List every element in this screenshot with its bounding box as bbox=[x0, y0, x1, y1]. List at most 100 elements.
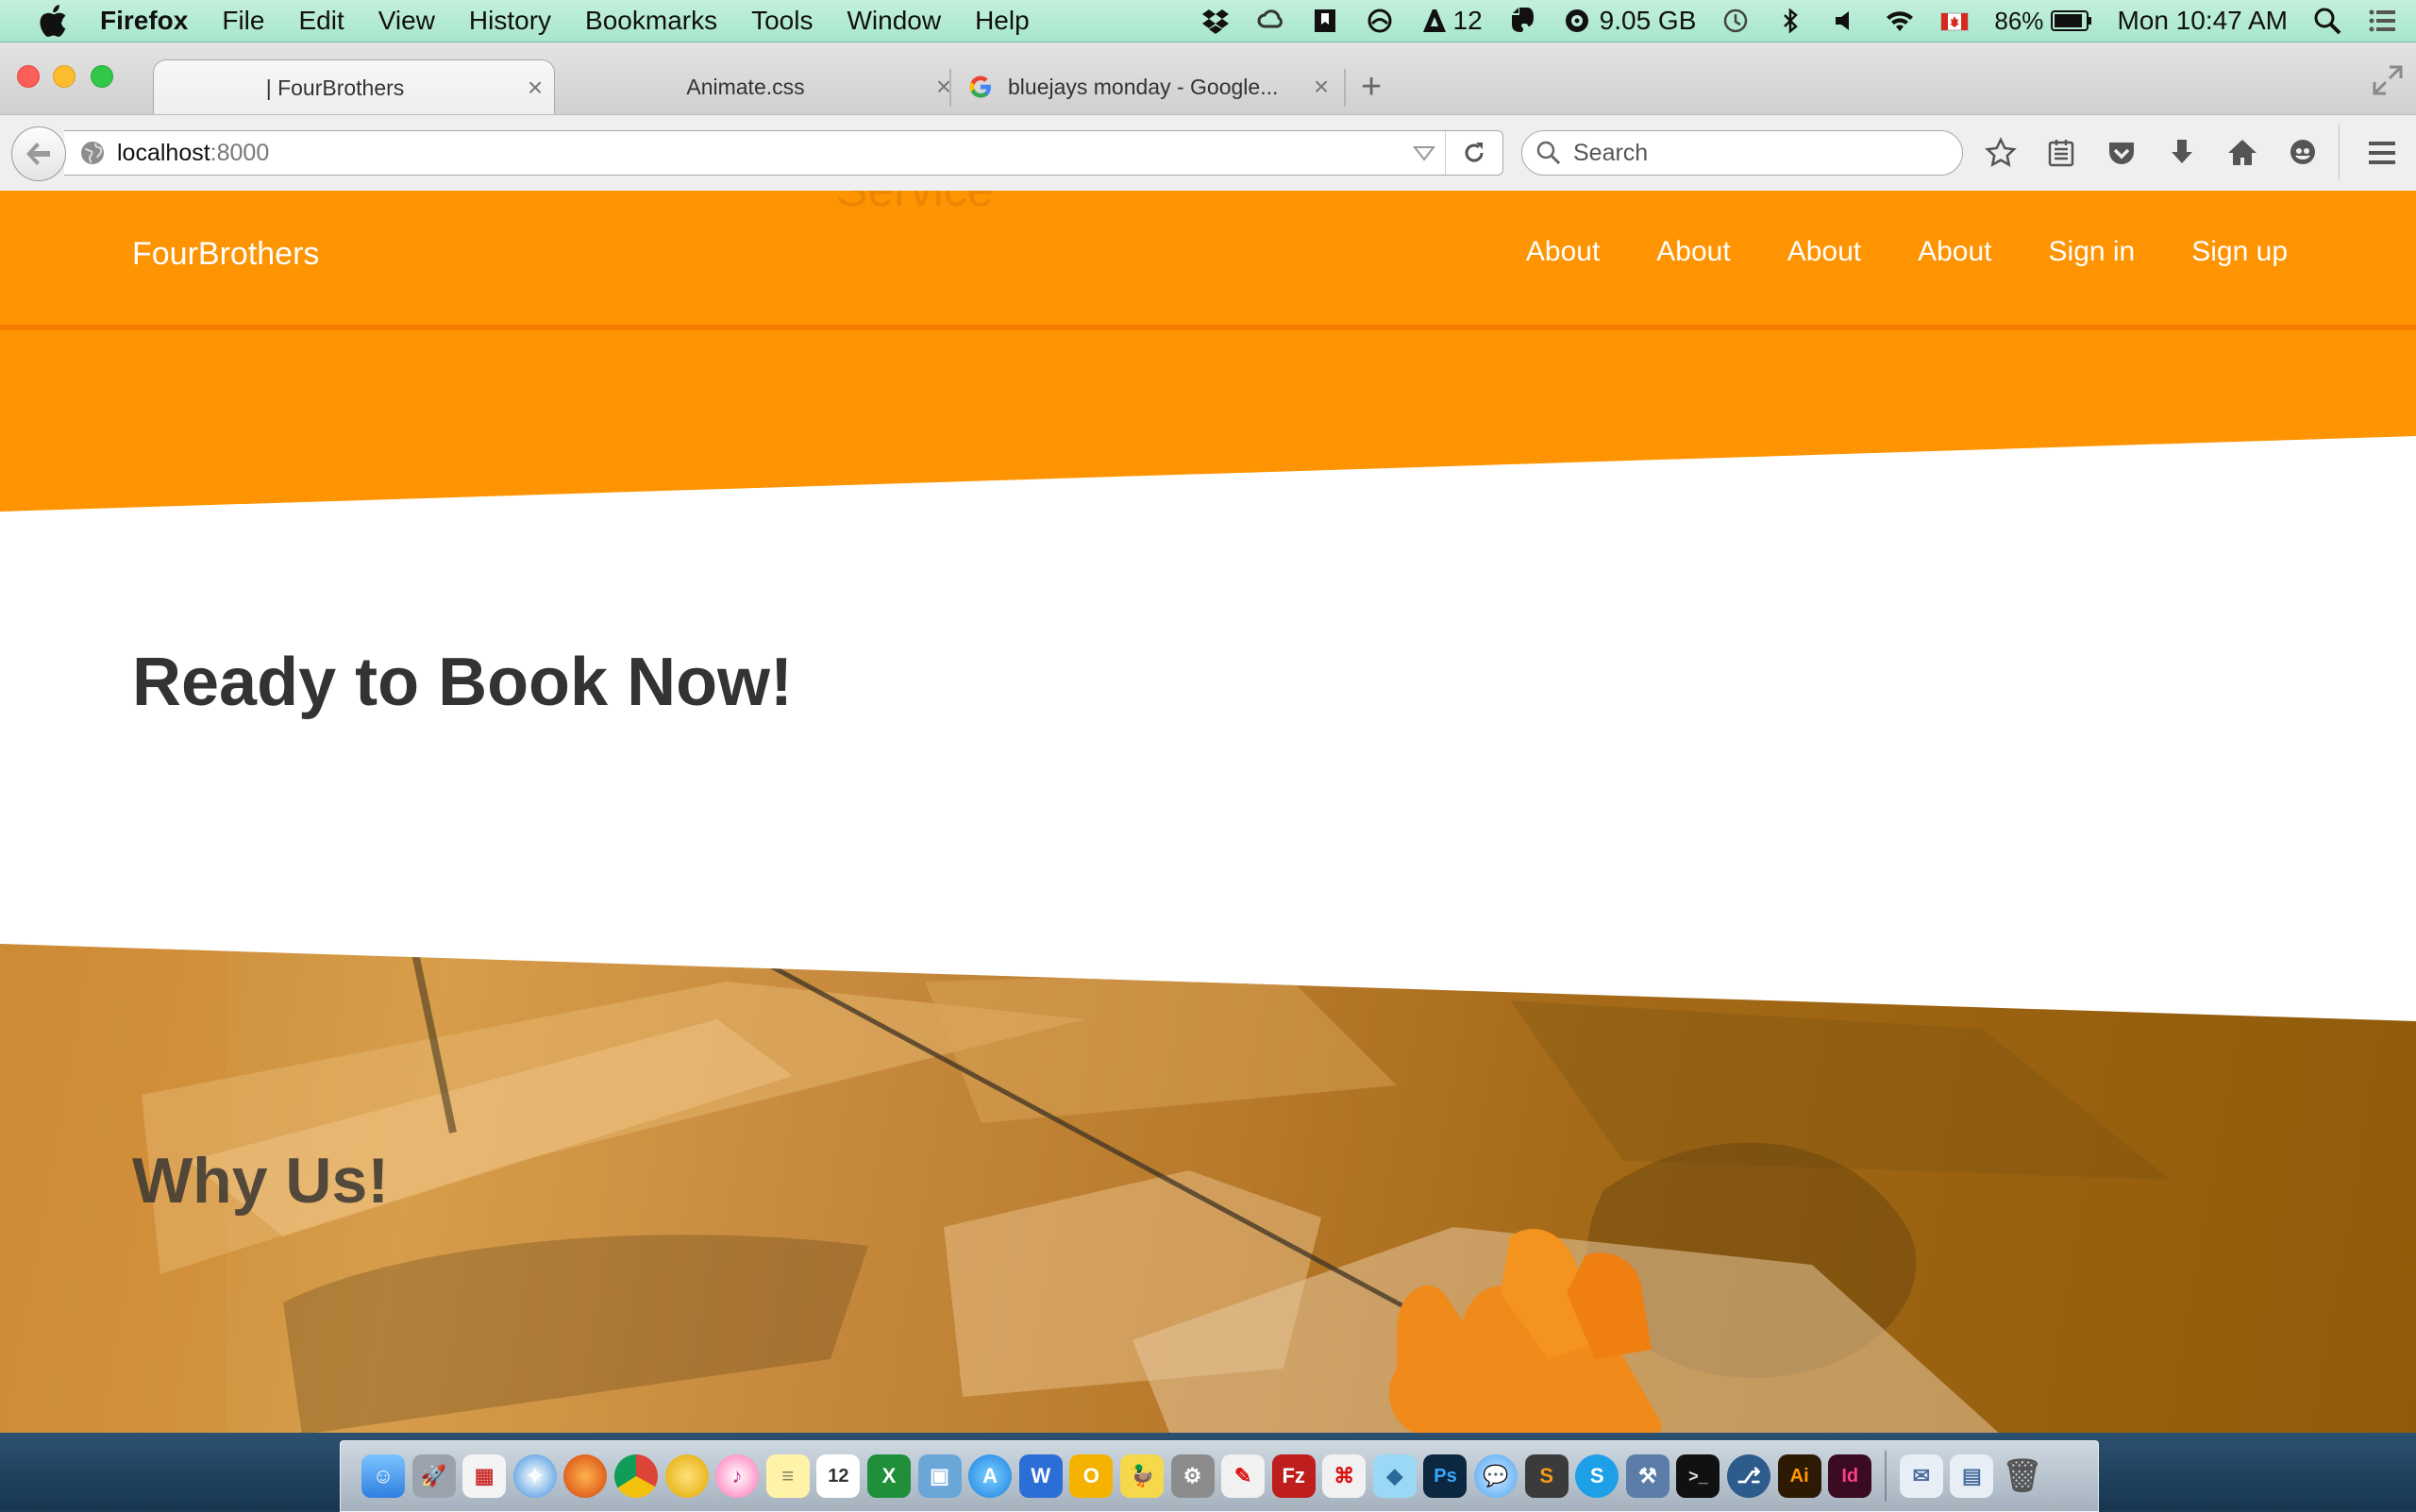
calendar-icon[interactable]: 12 bbox=[816, 1454, 861, 1498]
itunes-icon[interactable]: ♪ bbox=[715, 1454, 760, 1498]
reload-icon bbox=[1465, 143, 1484, 162]
indesign-icon[interactable]: Id bbox=[1828, 1454, 1872, 1498]
download-icon[interactable] bbox=[2163, 134, 2201, 172]
dropbox-icon[interactable] bbox=[1200, 6, 1231, 36]
window-close-button[interactable] bbox=[17, 65, 40, 88]
menu-file[interactable]: File bbox=[222, 6, 264, 36]
reload-button[interactable] bbox=[1445, 131, 1502, 175]
trash-icon[interactable]: 🗑 bbox=[2001, 1454, 2044, 1498]
illustrator-icon[interactable]: Ai bbox=[1777, 1454, 1821, 1498]
nav-link-about[interactable]: About bbox=[1787, 236, 1861, 268]
disk-usage-item[interactable]: 9.05 GB bbox=[1562, 6, 1696, 36]
url-bar[interactable]: localhost:8000 bbox=[64, 130, 1503, 176]
documents-stack-icon[interactable]: ▤ bbox=[1950, 1454, 1994, 1498]
home-icon[interactable] bbox=[2223, 134, 2261, 172]
menu-history[interactable]: History bbox=[469, 6, 551, 36]
globe-icon[interactable] bbox=[79, 140, 106, 166]
word-icon[interactable]: W bbox=[1018, 1454, 1063, 1498]
adobe-notification-icon[interactable]: 12 bbox=[1419, 6, 1483, 36]
tab-close-icon[interactable]: × bbox=[1302, 72, 1340, 102]
evernote-icon[interactable] bbox=[1507, 6, 1537, 36]
photoshop-icon[interactable]: Ps bbox=[1423, 1454, 1468, 1498]
dock-divider bbox=[1884, 1451, 1887, 1502]
system-prefs-icon[interactable]: ⚙ bbox=[1170, 1454, 1215, 1498]
clock[interactable]: Mon 10:47 AM bbox=[2117, 6, 2288, 36]
finder-icon[interactable]: ☺ bbox=[361, 1454, 405, 1498]
excel-icon[interactable]: X bbox=[866, 1454, 911, 1498]
outlook-icon[interactable]: O bbox=[1069, 1454, 1114, 1498]
nav-link-about[interactable]: About bbox=[1656, 236, 1730, 268]
fullscreen-icon[interactable] bbox=[2371, 63, 2405, 97]
tab-label: Animate.css bbox=[686, 74, 805, 99]
pocket-icon[interactable] bbox=[2103, 134, 2140, 172]
nav-link-sign-up[interactable]: Sign up bbox=[2191, 236, 2288, 268]
menu-edit[interactable]: Edit bbox=[298, 6, 344, 36]
xcode-icon[interactable]: ⚒ bbox=[1625, 1454, 1669, 1498]
time-machine-icon[interactable] bbox=[1720, 6, 1751, 36]
skype-icon[interactable]: S bbox=[1575, 1454, 1619, 1498]
menu-help[interactable]: Help bbox=[975, 6, 1030, 36]
site-brand-link[interactable]: FourBrothers bbox=[132, 236, 319, 273]
tab-close-icon[interactable]: × bbox=[516, 73, 554, 103]
app-menu-firefox[interactable]: Firefox bbox=[100, 6, 188, 36]
filezilla-icon[interactable]: Fz bbox=[1271, 1454, 1316, 1498]
reading-list-icon[interactable] bbox=[2042, 134, 2080, 172]
window-zoom-button[interactable] bbox=[91, 65, 113, 88]
tab-animate-css[interactable]: Animate.css × bbox=[566, 59, 963, 114]
tab-fourbrothers[interactable]: | FourBrothers × bbox=[153, 59, 555, 115]
sourcetree-icon[interactable]: ⎇ bbox=[1727, 1454, 1771, 1498]
notes-icon[interactable]: ≡ bbox=[765, 1454, 810, 1498]
toolbar-icons bbox=[1982, 134, 2344, 172]
volume-icon[interactable] bbox=[1830, 6, 1860, 36]
menu-bookmarks[interactable]: Bookmarks bbox=[585, 6, 717, 36]
appstore-icon[interactable]: A bbox=[968, 1454, 1013, 1498]
menu-window[interactable]: Window bbox=[847, 6, 941, 36]
calendar-grid-icon[interactable]: ▦ bbox=[462, 1454, 507, 1498]
menu-view[interactable]: View bbox=[378, 6, 435, 36]
battery-item[interactable]: 86% bbox=[1994, 7, 2092, 36]
messages-icon[interactable]: 💬 bbox=[1474, 1454, 1518, 1498]
nav-link-about[interactable]: About bbox=[1918, 236, 1991, 268]
search-bar[interactable]: Search bbox=[1521, 130, 1963, 176]
firefox-icon[interactable] bbox=[563, 1454, 608, 1498]
browser-nav-bar: localhost:8000 Search bbox=[0, 114, 2416, 192]
apple-icon[interactable] bbox=[32, 0, 74, 42]
site-nav-links: About About About About Sign in Sign up bbox=[1469, 236, 2288, 268]
url-dropdown-icon[interactable] bbox=[1412, 141, 1436, 165]
sketch-icon[interactable]: ◆ bbox=[1372, 1454, 1417, 1498]
nav-link-sign-in[interactable]: Sign in bbox=[2049, 236, 2136, 268]
wifi-icon[interactable] bbox=[1885, 6, 1915, 36]
bookmark-star-icon[interactable] bbox=[1982, 134, 2020, 172]
canary-icon[interactable] bbox=[664, 1454, 709, 1498]
page-viewport: Service FourBrothers About About About A… bbox=[0, 191, 2416, 1433]
cyberduck-icon[interactable]: 🦆 bbox=[1119, 1454, 1164, 1498]
notification-center-icon[interactable] bbox=[2367, 6, 2397, 36]
terminal-icon[interactable]: >_ bbox=[1676, 1454, 1720, 1498]
acrobat-icon[interactable]: ✎ bbox=[1221, 1454, 1266, 1498]
safari-icon[interactable]: ✧ bbox=[512, 1454, 557, 1498]
circle-slash-icon[interactable] bbox=[1365, 6, 1395, 36]
creative-cloud-icon[interactable] bbox=[1255, 6, 1285, 36]
downloads-stack-icon[interactable]: ✉ bbox=[1899, 1454, 1943, 1498]
back-button[interactable] bbox=[11, 126, 66, 181]
sublime-icon[interactable]: S bbox=[1524, 1454, 1569, 1498]
browser-tab-bar: | FourBrothers × Animate.css × bluejays … bbox=[0, 42, 2416, 115]
nav-link-about[interactable]: About bbox=[1526, 236, 1600, 268]
hamburger-menu-icon[interactable] bbox=[2363, 134, 2401, 172]
chrome-icon[interactable] bbox=[613, 1454, 658, 1498]
bluetooth-icon[interactable] bbox=[1775, 6, 1805, 36]
pdf-icon[interactable]: ⌘ bbox=[1322, 1454, 1367, 1498]
canada-flag-icon[interactable] bbox=[1939, 6, 1970, 36]
tab-divider bbox=[1344, 69, 1346, 107]
preview-icon[interactable]: ▣ bbox=[917, 1454, 962, 1498]
window-minimize-button[interactable] bbox=[53, 65, 76, 88]
menu-tools[interactable]: Tools bbox=[751, 6, 813, 36]
battery-percent: 86% bbox=[1994, 6, 2044, 35]
back-arrow-icon bbox=[26, 143, 50, 165]
new-tab-plus-icon[interactable]: + bbox=[1361, 67, 1382, 108]
hello-chat-icon[interactable] bbox=[2284, 134, 2322, 172]
tab-google-search[interactable]: bluejays monday - Google... × bbox=[953, 59, 1340, 114]
launchpad-icon[interactable]: 🚀 bbox=[411, 1454, 456, 1498]
bookmark-box-icon[interactable] bbox=[1310, 6, 1340, 36]
spotlight-icon[interactable] bbox=[2312, 6, 2342, 36]
